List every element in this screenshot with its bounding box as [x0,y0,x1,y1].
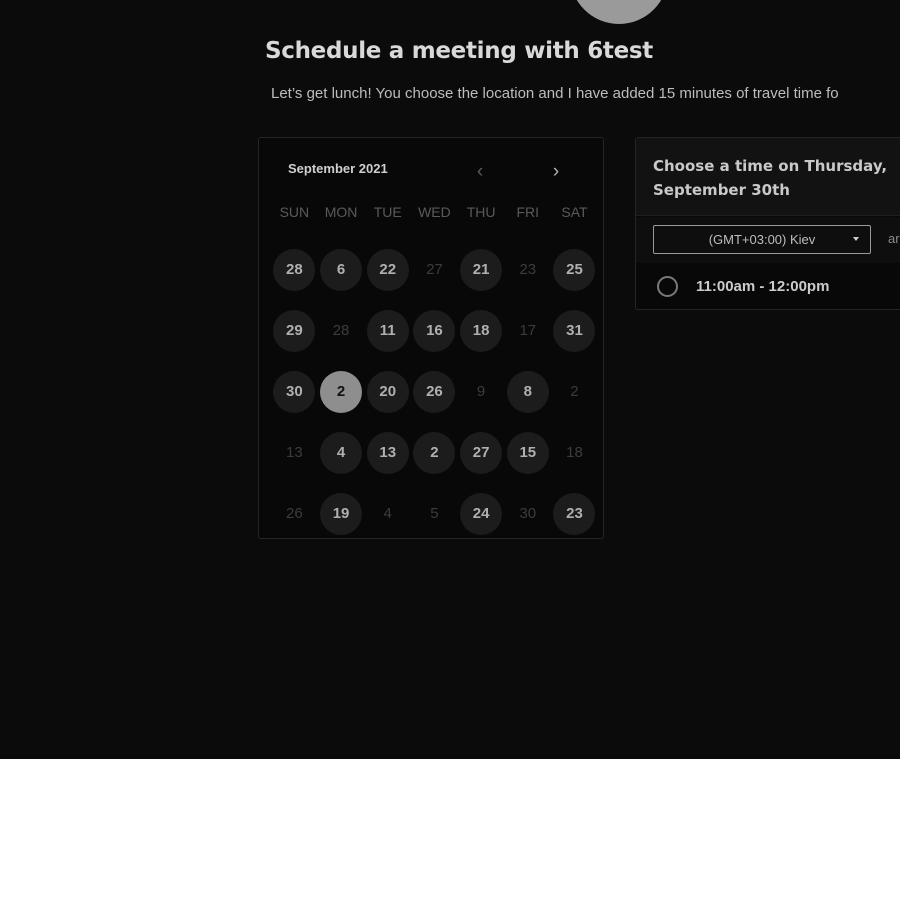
calendar-cell: 28 [318,300,365,361]
calendar-day-available[interactable]: 23 [553,492,596,535]
calendar-cell: 22 [364,239,411,300]
calendar-cell: 29 [271,300,318,361]
calendar-day-unavailable: 9 [476,383,486,400]
calendar-cell: 4 [364,483,411,538]
calendar-cell: 26 [271,483,318,538]
calendar-cell: 31 [551,300,598,361]
avatar [570,0,668,24]
time-panel-header: Choose a time on Thursday, September 30t… [636,138,900,216]
calendar-day-unavailable: 23 [519,261,537,278]
calendar-day-unavailable: 30 [519,505,537,522]
calendar-day-unavailable: 4 [383,505,392,522]
calendar-day-available[interactable]: 13 [366,431,409,474]
calendar-day-unavailable: 17 [519,322,537,339]
calendar-cell: 11 [364,300,411,361]
scheduler-page: Schedule a meeting with 6test Let’s get … [0,0,900,759]
calendar-day-unavailable: 18 [566,444,583,461]
calendar-day-available[interactable]: 6 [320,248,363,291]
calendar-cell: 27 [458,422,505,483]
calendar-cell: 13 [271,422,318,483]
next-month-chevron-icon[interactable]: › [544,160,568,184]
calendar-cell: 24 [458,483,505,538]
calendar-cell: 5 [411,483,458,538]
calendar-day-available[interactable]: 26 [413,370,456,413]
calendar-day-available[interactable]: 11 [366,309,409,352]
calendar-cell: 8 [504,361,551,422]
calendar-cell: 20 [364,361,411,422]
timezone-select[interactable]: (GMT+03:00) Kiev [653,225,871,254]
weekday-label: SAT [561,204,588,220]
calendar-day-available[interactable]: 31 [553,309,596,352]
calendar-cell: 21 [458,239,505,300]
calendar-month-label: September 2021 [288,161,388,176]
calendar-day-unavailable: 28 [332,322,350,339]
page-subtitle: Let’s get lunch! You choose the location… [271,85,839,102]
calendar-cell: 2 [551,361,598,422]
calendar-cell: 19 [318,483,365,538]
caret-down-icon [853,237,859,241]
calendar-cell: 16 [411,300,458,361]
calendar-day-available[interactable]: 2 [413,431,456,474]
calendar-day-available[interactable]: 4 [320,431,363,474]
calendar-day-available[interactable]: 19 [320,492,363,535]
time-slot-option[interactable]: 11:00am - 12:00pm [636,264,900,308]
prev-month-chevron-icon[interactable]: ‹ [468,160,492,184]
calendar-day-available[interactable]: 16 [413,309,456,352]
calendar-cell: 23 [551,483,598,538]
calendar-day-unavailable: 13 [286,444,303,461]
calendar-cell: 30 [504,483,551,538]
calendar-day-available[interactable]: 18 [460,309,503,352]
calendar-cell: 2 [318,361,365,422]
weekday-label: MON [324,204,358,220]
calendar-day-available[interactable]: 15 [506,431,549,474]
weekday-label: FRI [516,204,540,220]
calendar-cell: 4 [318,422,365,483]
calendar-day-unavailable: 26 [286,505,303,522]
calendar-day-available[interactable]: 8 [506,370,549,413]
weekday-label: THU [466,204,496,220]
calendar-cell: 27 [411,239,458,300]
calendar-day-unavailable: 5 [430,505,439,522]
calendar-day-selected[interactable]: 2 [320,370,363,413]
calendar-cell: 13 [364,422,411,483]
calendar-day-available[interactable]: 30 [273,370,316,413]
calendar-day-available[interactable]: 22 [366,248,409,291]
calendar-cell: 25 [551,239,598,300]
calendar-day-unavailable: 2 [570,383,579,400]
timezone-value: (GMT+03:00) Kiev [708,232,816,247]
calendar-cell: 28 [271,239,318,300]
calendar-cell: 2 [411,422,458,483]
time-slot-label: 11:00am - 12:00pm [696,277,830,295]
calendar-day-available[interactable]: 24 [460,492,503,535]
calendar-day-unavailable: 27 [426,261,443,278]
radio-icon[interactable] [657,275,678,297]
calendar-cell: 17 [504,300,551,361]
weekday-label: SUN [279,204,310,220]
calendar-day-available[interactable]: 20 [366,370,409,413]
calendar-cell: 18 [458,300,505,361]
timezone-extra-label: ar [888,231,900,246]
timezone-row: (GMT+03:00) Kiev ar [636,217,900,263]
calendar-cell: 30 [271,361,318,422]
weekday-label: TUE [373,204,402,220]
calendar-day-grid: 28 6 22 27 21 23 25 29 28 11 16 18 17 31 30 2 20 26 9 8 2 13 4… [271,239,598,538]
calendar-cell: 18 [551,422,598,483]
calendar-day-available[interactable]: 28 [273,248,316,291]
weekday-label: WED [418,204,451,220]
calendar: September 2021 ‹ › SUN MON TUE WED THU FRI SAT… [258,137,604,539]
calendar-cell: 23 [504,239,551,300]
calendar-day-available[interactable]: 25 [553,248,596,291]
calendar-cell: 6 [318,239,365,300]
calendar-cell: 15 [504,422,551,483]
calendar-cell: 26 [411,361,458,422]
calendar-cell: 9 [458,361,505,422]
time-selection-panel: Choose a time on Thursday, September 30t… [635,137,900,310]
calendar-day-available[interactable]: 29 [273,309,316,352]
weekday-header: SUN MON TUE WED THU FRI SAT [271,204,598,220]
calendar-day-available[interactable]: 21 [460,248,503,291]
page-title: Schedule a meeting with 6test [264,38,653,64]
calendar-day-available[interactable]: 27 [460,431,503,474]
